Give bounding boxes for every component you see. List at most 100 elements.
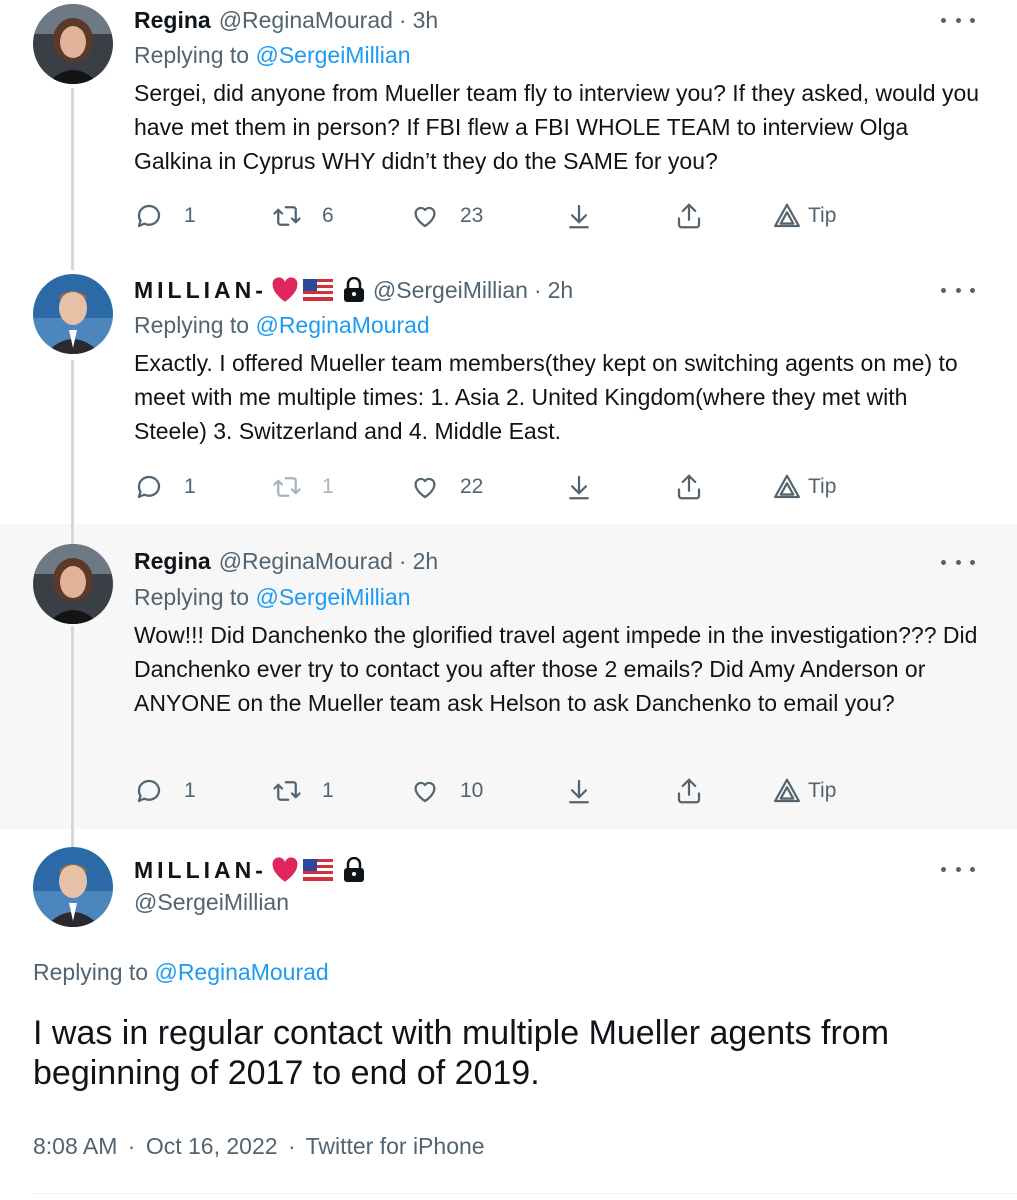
tweet-actions: 1 6 23 Tip [134,198,854,234]
tweet-time[interactable]: 2h [413,548,439,575]
share-icon [677,778,701,804]
reply-count: 1 [184,204,196,227]
separator: · [398,547,407,574]
tweet-date[interactable]: Oct 16, 2022 [146,1133,278,1159]
tip-label: Tip [808,475,837,498]
replying-to-mention[interactable]: @SergeiMillian [255,584,410,610]
like-button[interactable]: 10 [410,773,483,809]
tip-label: Tip [808,779,837,802]
tweet-actions: 1 1 10 Tip [134,773,854,809]
replying-to-label: Replying to [134,584,250,610]
replying-to-label: Replying to [134,312,250,338]
avatar-millian[interactable] [33,274,113,354]
replying-to-mention[interactable]: @ReginaMourad [154,959,328,985]
download-icon [569,204,589,229]
more-options-icon[interactable] [941,552,975,572]
tweet-time[interactable]: 2h [548,277,574,304]
retweet-button[interactable]: 1 [272,773,334,809]
share-icon [677,203,701,229]
thread-line [71,626,74,829]
more-options-icon[interactable] [941,280,975,300]
replying-to: Replying to @SergeiMillian [134,42,410,69]
red-heart-icon [272,277,298,302]
thread-line [71,829,74,847]
author-name[interactable]: MILLIAN- [134,277,267,304]
lock-icon [343,857,364,882]
download-button[interactable] [564,469,594,505]
download-button[interactable] [564,198,594,234]
reply-button[interactable]: 1 [134,773,196,809]
reply-button[interactable]: 1 [134,469,196,505]
tweet-header: MILLIAN- [134,852,365,888]
thread-line [71,88,74,270]
share-button[interactable] [674,773,704,809]
retweet-button[interactable]: 1 [272,469,334,505]
avatar-regina[interactable] [33,544,113,624]
retweet-icon [273,477,301,497]
retweet-count: 1 [322,475,334,498]
tip-button[interactable]: Tip [772,469,836,505]
tweet-actions: 1 1 22 Tip [134,469,854,505]
like-button[interactable]: 23 [410,198,483,234]
like-count: 10 [460,779,484,802]
replying-to-mention[interactable]: @SergeiMillian [255,42,410,68]
share-button[interactable] [674,198,704,234]
like-count: 23 [460,204,484,227]
download-button[interactable] [564,773,594,809]
tweet-text: Sergei, did anyone from Mueller team fly… [134,80,980,174]
us-flag-icon [302,859,333,881]
heart-icon [414,477,436,499]
tweet-source[interactable]: Twitter for iPhone [306,1133,485,1159]
reply-icon [137,779,161,803]
reply-count: 1 [184,475,196,498]
author-handle[interactable]: @ReginaMourad [219,7,393,34]
share-button[interactable] [674,469,704,505]
replying-to-mention[interactable]: @ReginaMourad [255,312,429,338]
tip-button[interactable]: Tip [772,773,836,809]
us-flag-icon [302,279,333,301]
author-name[interactable]: Regina [134,548,211,575]
heart-icon [414,206,436,228]
tweet-meta: 8:08 AM · Oct 16, 2022 · Twitter for iPh… [33,1133,485,1160]
main-tweet: MILLIAN- @SergeiMillian Replying to @Reg… [0,829,1017,1200]
tweet-1[interactable]: Regina @ReginaMourad · 3h Replying to @S… [0,0,1017,270]
thread-line [71,524,74,544]
tweet-text: I was in regular contact with multiple M… [33,1014,890,1092]
tweet-text: Exactly. I offered Mueller team members(… [134,350,958,444]
tip-icon [774,203,800,228]
retweet-icon [273,781,301,801]
avatar-millian[interactable] [33,847,113,927]
tweet-time[interactable]: 3h [413,7,439,34]
separator: · [287,1133,296,1159]
author-name[interactable]: Regina [134,7,211,34]
tip-icon [774,474,800,499]
author-handle[interactable]: @ReginaMourad [219,548,393,575]
lock-icon [343,277,364,302]
thread-line [71,360,74,532]
retweet-icon [273,206,301,226]
more-options-icon[interactable] [941,859,975,879]
retweet-count: 6 [322,204,334,227]
share-icon [677,474,701,500]
like-button[interactable]: 22 [410,469,483,505]
replying-to: Replying to @ReginaMourad [33,959,329,986]
divider [33,1193,1017,1194]
red-heart-icon [272,857,298,882]
tweet-2[interactable]: MILLIAN- @SergeiMillian · 2h Replying to… [0,270,1017,532]
reply-icon [137,204,161,228]
tweet-3[interactable]: Regina @ReginaMourad · 2h Replying to @S… [0,524,1017,829]
replying-to-label: Replying to [33,959,149,985]
avatar-regina[interactable] [33,4,113,84]
replying-to-label: Replying to [134,42,250,68]
separator: · [127,1133,136,1159]
author-name[interactable]: MILLIAN- [134,857,267,884]
tweet-time[interactable]: 8:08 AM [33,1133,117,1159]
separator: · [398,6,407,33]
reply-button[interactable]: 1 [134,198,196,234]
author-handle[interactable]: @SergeiMillian [373,277,528,304]
more-options-icon[interactable] [941,10,975,30]
retweet-button[interactable]: 6 [272,198,334,234]
tip-button[interactable]: Tip [772,198,836,234]
author-handle[interactable]: @SergeiMillian [134,889,289,916]
tip-label: Tip [808,204,837,227]
